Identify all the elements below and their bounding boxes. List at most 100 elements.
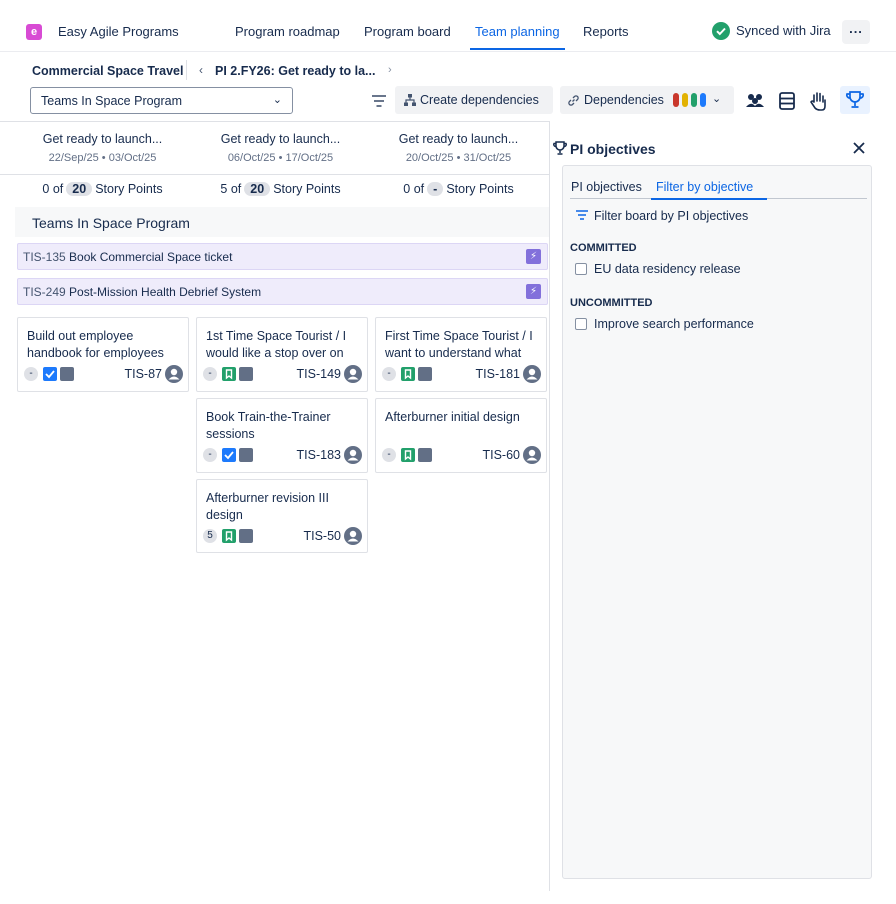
filter-button[interactable] [365, 88, 393, 114]
sprint-title: Get ready to launch... [220, 132, 341, 146]
close-icon[interactable] [848, 137, 870, 159]
checkbox[interactable] [575, 263, 587, 275]
story-bookmark-icon [222, 529, 236, 543]
epic-lightning-icon: ⚡ [526, 249, 541, 264]
sprint-capacity: 0 of - Story Points [371, 182, 546, 196]
link-icon [568, 95, 579, 106]
feature-bar[interactable]: TIS-249 Post-Mission Health Debrief Syst… [17, 278, 548, 305]
sprint-dates: 06/Oct/25 • 17/Oct/25 [227, 152, 334, 164]
tab-program-board[interactable]: Program board [364, 24, 451, 39]
chevron-down-icon: ⌄ [712, 93, 722, 105]
issue-card[interactable]: Afterburner revision III design 5 TIS-50 [196, 479, 368, 553]
capacity-unit: Story Points [273, 182, 341, 196]
estimate-badge: 5 [203, 529, 217, 543]
capacity-used: 5 of [220, 182, 242, 196]
create-dependencies-label: Create dependencies [420, 93, 539, 107]
avatar-icon [523, 365, 541, 383]
more-options-button[interactable]: ... [842, 20, 870, 44]
estimate-badge: - [203, 448, 217, 462]
epic-lightning-icon: ⚡ [526, 284, 541, 299]
objective-checkbox-row[interactable]: Improve search performance [575, 317, 754, 331]
objective-label: EU data residency release [594, 262, 741, 276]
avatar-icon [344, 527, 362, 545]
story-bookmark-icon [401, 448, 415, 462]
app-name[interactable]: Easy Agile Programs [58, 24, 179, 39]
active-tab-indicator [470, 48, 565, 50]
dependency-status-bar [682, 93, 688, 107]
card-footer: - TIS-149 [203, 364, 363, 384]
dependency-status-bar [700, 93, 706, 107]
issue-key[interactable]: TIS-60 [482, 448, 520, 462]
trophy-icon [845, 91, 865, 108]
sprint-dates: 20/Oct/25 • 31/Oct/25 [405, 152, 512, 164]
issue-card[interactable]: Build out employee handbook for employee… [17, 317, 189, 392]
issue-key[interactable]: TIS-149 [297, 367, 341, 381]
objective-checkbox-row[interactable]: EU data residency release [575, 262, 741, 276]
card-footer: - TIS-181 [382, 364, 542, 384]
priority-icon [418, 367, 432, 381]
tab-pi-objectives[interactable]: PI objectives [571, 180, 642, 194]
tab-filter-by-objective[interactable]: Filter by objective [656, 180, 753, 194]
issue-card[interactable]: First Time Space Tourist / I want to und… [375, 317, 547, 392]
card-title: Build out employee handbook for employee… [27, 329, 164, 360]
dependencies-dropdown[interactable]: Dependencies ⌄ [560, 86, 734, 114]
chevron-right-icon[interactable]: › [388, 64, 392, 76]
capacity-unit: Story Points [95, 182, 163, 196]
issue-card[interactable]: Book Train-the-Trainer sessions - TIS-18… [196, 398, 368, 473]
uncommitted-heading: UNCOMMITTED [570, 297, 653, 309]
checkbox[interactable] [575, 318, 587, 330]
team-icon[interactable] [742, 88, 768, 114]
sprint-title: Get ready to launch... [398, 132, 519, 146]
pi-objectives-button[interactable] [840, 86, 870, 114]
breadcrumb-increment[interactable]: PI 2.FY26: Get ready to la... [215, 64, 375, 78]
avatar-icon [165, 365, 183, 383]
card-footer: 5 TIS-50 [203, 526, 363, 546]
issue-card[interactable]: 1st Time Space Tourist / I would like a … [196, 317, 368, 392]
team-select[interactable]: Teams In Space Program ⌄ [30, 87, 293, 114]
chevron-left-icon[interactable]: ‹ [199, 63, 203, 77]
task-checkbox-icon [43, 367, 57, 381]
card-footer: - TIS-183 [203, 445, 363, 465]
hand-raise-icon[interactable] [806, 88, 832, 114]
create-dependencies-button[interactable]: Create dependencies [395, 86, 553, 114]
app-logo-icon[interactable]: e [26, 24, 42, 40]
toolbar-divider [0, 121, 549, 122]
issue-key[interactable]: TIS-87 [124, 367, 162, 381]
breadcrumb-program[interactable]: Commercial Space Travel [32, 64, 183, 78]
feature-bar[interactable]: TIS-135 Book Commercial Space ticket ⚡ [17, 243, 548, 270]
team-select-value: Teams In Space Program [41, 94, 183, 108]
tab-team-planning[interactable]: Team planning [475, 24, 560, 39]
feature-title: TIS-135 Book Commercial Space ticket [23, 250, 233, 264]
feature-title: TIS-249 Post-Mission Health Debrief Syst… [23, 285, 262, 299]
issue-key[interactable]: TIS-183 [297, 448, 341, 462]
priority-icon [239, 529, 253, 543]
sprint-capacity: 5 of 20 Story Points [193, 182, 368, 196]
capacity-used: 0 of [42, 182, 64, 196]
priority-icon [60, 367, 74, 381]
capacity-used: 0 of [403, 182, 425, 196]
sprint-column-header: Get ready to launch... 06/Oct/25 • 17/Oc… [193, 130, 368, 164]
backlog-icon[interactable] [774, 88, 800, 114]
card-title: First Time Space Tourist / I want to und… [385, 329, 533, 360]
tab-program-roadmap[interactable]: Program roadmap [235, 24, 340, 39]
estimate-badge: - [203, 367, 217, 381]
team-name[interactable]: Teams In Space Program [32, 215, 190, 231]
sprint-column-header: Get ready to launch... 20/Oct/25 • 31/Oc… [371, 130, 546, 164]
capacity-total: - [427, 182, 444, 196]
sync-status[interactable]: Synced with Jira [736, 23, 831, 38]
issue-card[interactable]: Afterburner initial design - TIS-60 [375, 398, 547, 473]
panel-divider [549, 121, 550, 891]
story-bookmark-icon [222, 367, 236, 381]
priority-icon [418, 448, 432, 462]
dependency-status-bar [691, 93, 697, 107]
chevron-down-icon: ⌄ [272, 94, 282, 106]
avatar-icon [523, 446, 541, 464]
header-divider [0, 174, 549, 175]
tab-reports[interactable]: Reports [583, 24, 629, 39]
estimate-badge: - [24, 367, 38, 381]
issue-key[interactable]: TIS-50 [303, 529, 341, 543]
issue-key[interactable]: TIS-181 [476, 367, 520, 381]
filter-board-toggle[interactable]: Filter board by PI objectives [575, 209, 748, 223]
sprint-dates: 22/Sep/25 • 03/Oct/25 [48, 152, 157, 164]
story-bookmark-icon [401, 367, 415, 381]
